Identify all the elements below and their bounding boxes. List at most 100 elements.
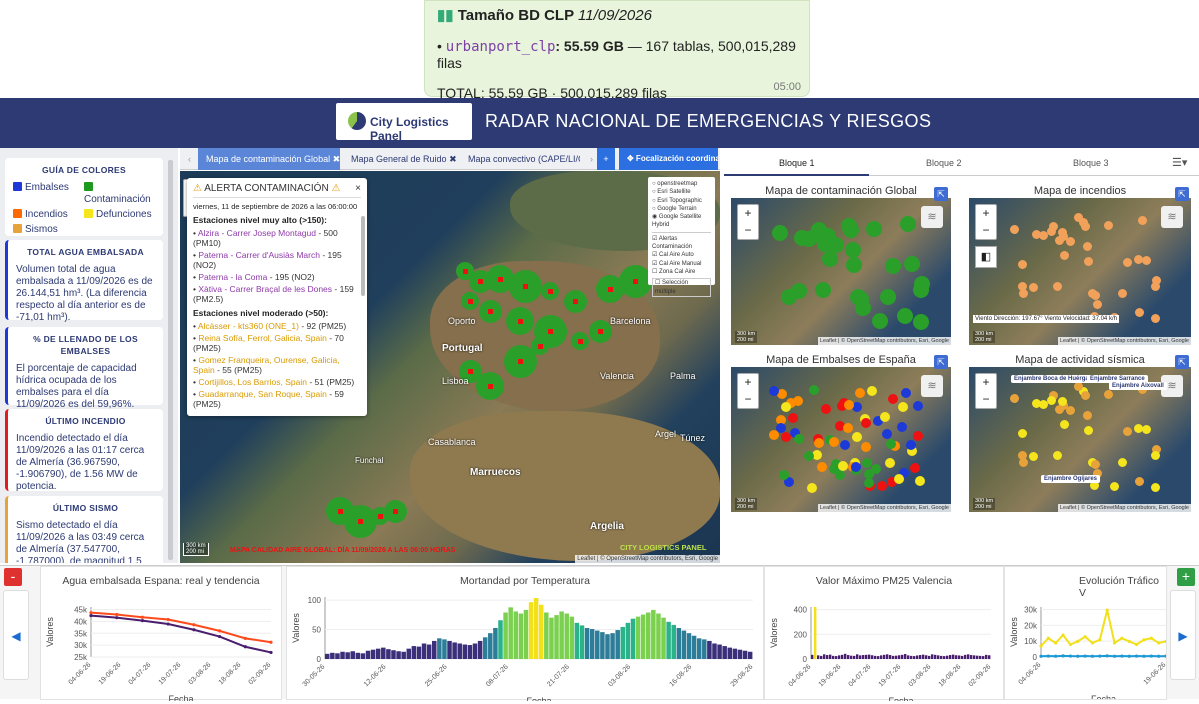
pollution-marker[interactable] bbox=[872, 313, 888, 329]
reservoir-marker[interactable] bbox=[897, 422, 907, 432]
fire-marker[interactable] bbox=[1053, 282, 1062, 291]
pollution-marker[interactable] bbox=[564, 290, 587, 313]
reservoir-marker[interactable] bbox=[781, 432, 791, 442]
pollution-marker[interactable] bbox=[885, 258, 901, 274]
fire-marker[interactable] bbox=[1134, 255, 1143, 264]
station-link[interactable]: Xàtiva - Carrer Braçal de les Dones bbox=[198, 284, 332, 294]
layers-icon[interactable]: ≋ bbox=[921, 206, 943, 228]
reservoir-marker[interactable] bbox=[894, 474, 904, 484]
minimap-seismic[interactable]: + −≋300 km200 miLeaflet | © OpenStreetMa… bbox=[969, 367, 1191, 512]
quake-marker[interactable] bbox=[1084, 426, 1093, 435]
quake-marker[interactable] bbox=[1118, 458, 1127, 467]
pollution-marker[interactable] bbox=[845, 242, 861, 258]
pollution-marker[interactable] bbox=[846, 257, 862, 273]
reservoir-marker[interactable] bbox=[804, 451, 814, 461]
pollution-marker[interactable] bbox=[781, 289, 797, 305]
expand-icon[interactable]: ⇱ bbox=[934, 187, 948, 201]
overlay-layer-option[interactable]: ☐ Zona Cal Aire bbox=[652, 268, 711, 276]
pollution-marker[interactable] bbox=[541, 282, 559, 300]
quake-marker[interactable] bbox=[1039, 400, 1048, 409]
quake-marker[interactable] bbox=[1134, 424, 1143, 433]
tab-bloque-2[interactable]: Bloque 2 bbox=[926, 158, 962, 168]
reservoir-marker[interactable] bbox=[788, 413, 798, 423]
pollution-marker[interactable] bbox=[815, 282, 831, 298]
reservoir-marker[interactable] bbox=[769, 386, 779, 396]
reservoir-marker[interactable] bbox=[817, 462, 827, 472]
fire-marker[interactable] bbox=[1142, 256, 1151, 265]
tab-pollution[interactable]: Mapa de contaminación Global ✖ bbox=[198, 148, 340, 170]
quake-marker[interactable] bbox=[1060, 420, 1069, 429]
pollution-marker[interactable] bbox=[880, 289, 896, 305]
reservoir-marker[interactable] bbox=[807, 483, 817, 493]
overlay-layer-option[interactable]: ☑ Alertas Contaminación bbox=[652, 235, 711, 252]
reservoir-marker[interactable] bbox=[840, 440, 850, 450]
quake-marker[interactable] bbox=[1053, 451, 1062, 460]
tab-bloque-3[interactable]: Bloque 3 bbox=[1073, 158, 1109, 168]
quake-marker[interactable] bbox=[1029, 452, 1038, 461]
popup-scrollbar[interactable] bbox=[361, 216, 365, 296]
layers-icon[interactable]: ≋ bbox=[1161, 206, 1183, 228]
fire-marker[interactable] bbox=[1118, 289, 1127, 298]
reservoir-marker[interactable] bbox=[880, 412, 890, 422]
pollution-marker[interactable] bbox=[904, 256, 920, 272]
base-layer-option[interactable]: ○ Esri Satellite bbox=[652, 188, 711, 196]
pollution-marker[interactable] bbox=[900, 216, 916, 232]
fire-marker[interactable] bbox=[1055, 236, 1064, 245]
quake-marker[interactable] bbox=[1151, 451, 1160, 460]
quake-marker[interactable] bbox=[1010, 394, 1019, 403]
pollution-marker[interactable] bbox=[461, 292, 479, 310]
reservoir-marker[interactable] bbox=[809, 385, 819, 395]
pollution-marker[interactable] bbox=[855, 300, 871, 316]
multi-select-toggle[interactable]: ☐ Selección múltiple bbox=[652, 278, 711, 297]
station-link[interactable]: Alcàsser - kts360 (ONE_1) bbox=[198, 321, 299, 331]
fire-marker[interactable] bbox=[1104, 221, 1113, 230]
pollution-marker[interactable] bbox=[801, 231, 817, 247]
base-layer-option[interactable]: ○ Google Terrain bbox=[652, 205, 711, 213]
station-link[interactable]: Reina Sofía, Ferrol, Galicia, Spain bbox=[198, 333, 327, 343]
reservoir-marker[interactable] bbox=[915, 476, 925, 486]
station-link[interactable]: Cortijillos, Los Barrios, Spain bbox=[198, 377, 307, 387]
locate-icon[interactable]: ◧ bbox=[975, 246, 997, 268]
map-attribution[interactable]: Leaflet | © OpenStreetMap contributors, … bbox=[818, 504, 951, 512]
quake-marker[interactable] bbox=[1083, 411, 1092, 420]
zoom-control[interactable]: + − bbox=[975, 373, 997, 409]
reservoir-marker[interactable] bbox=[838, 461, 848, 471]
fire-marker[interactable] bbox=[1138, 216, 1147, 225]
tab-scroll-right-icon[interactable]: › bbox=[582, 148, 598, 170]
quake-marker[interactable] bbox=[1081, 391, 1090, 400]
add-tab-button[interactable]: + bbox=[597, 148, 615, 170]
map-attribution[interactable]: Leaflet | © OpenStreetMap contributors, … bbox=[818, 337, 951, 345]
chevron-left-icon[interactable]: ◀ bbox=[3, 590, 29, 680]
fire-marker[interactable] bbox=[1083, 242, 1092, 251]
pollution-marker[interactable] bbox=[843, 222, 859, 238]
pollution-marker[interactable] bbox=[619, 265, 652, 298]
reservoir-marker[interactable] bbox=[794, 434, 804, 444]
fire-marker[interactable] bbox=[1060, 251, 1069, 260]
reservoir-marker[interactable] bbox=[885, 458, 895, 468]
close-icon[interactable]: × bbox=[355, 183, 361, 194]
collapse-button[interactable]: - bbox=[4, 568, 22, 586]
reservoir-marker[interactable] bbox=[843, 423, 853, 433]
quake-marker[interactable] bbox=[1047, 396, 1056, 405]
quake-marker[interactable] bbox=[1018, 429, 1027, 438]
quake-marker[interactable] bbox=[1123, 427, 1132, 436]
quake-marker[interactable] bbox=[1142, 425, 1151, 434]
pollution-marker[interactable] bbox=[913, 282, 929, 298]
station-link[interactable]: Guadarranque, San Roque, Spain bbox=[198, 389, 327, 399]
station-link[interactable]: Paterna - la Coma bbox=[198, 272, 267, 282]
pollution-marker[interactable] bbox=[384, 500, 407, 523]
reservoir-marker[interactable] bbox=[886, 439, 896, 449]
layers-icon[interactable]: ≋ bbox=[921, 375, 943, 397]
reservoir-marker[interactable] bbox=[898, 402, 908, 412]
expand-icon[interactable]: ⇱ bbox=[934, 355, 948, 369]
coordinate-focus-button[interactable]: ✥ Focalización coordinada bbox=[619, 148, 718, 170]
reservoir-marker[interactable] bbox=[882, 429, 892, 439]
reservoir-marker[interactable] bbox=[864, 478, 874, 488]
reservoir-marker[interactable] bbox=[906, 440, 916, 450]
quake-marker[interactable] bbox=[1110, 482, 1119, 491]
checkbox-icon[interactable]: ☐ bbox=[655, 280, 662, 286]
reservoir-marker[interactable] bbox=[835, 470, 845, 480]
reservoir-marker[interactable] bbox=[861, 418, 871, 428]
fire-marker[interactable] bbox=[1039, 231, 1048, 240]
quake-marker[interactable] bbox=[1135, 477, 1144, 486]
